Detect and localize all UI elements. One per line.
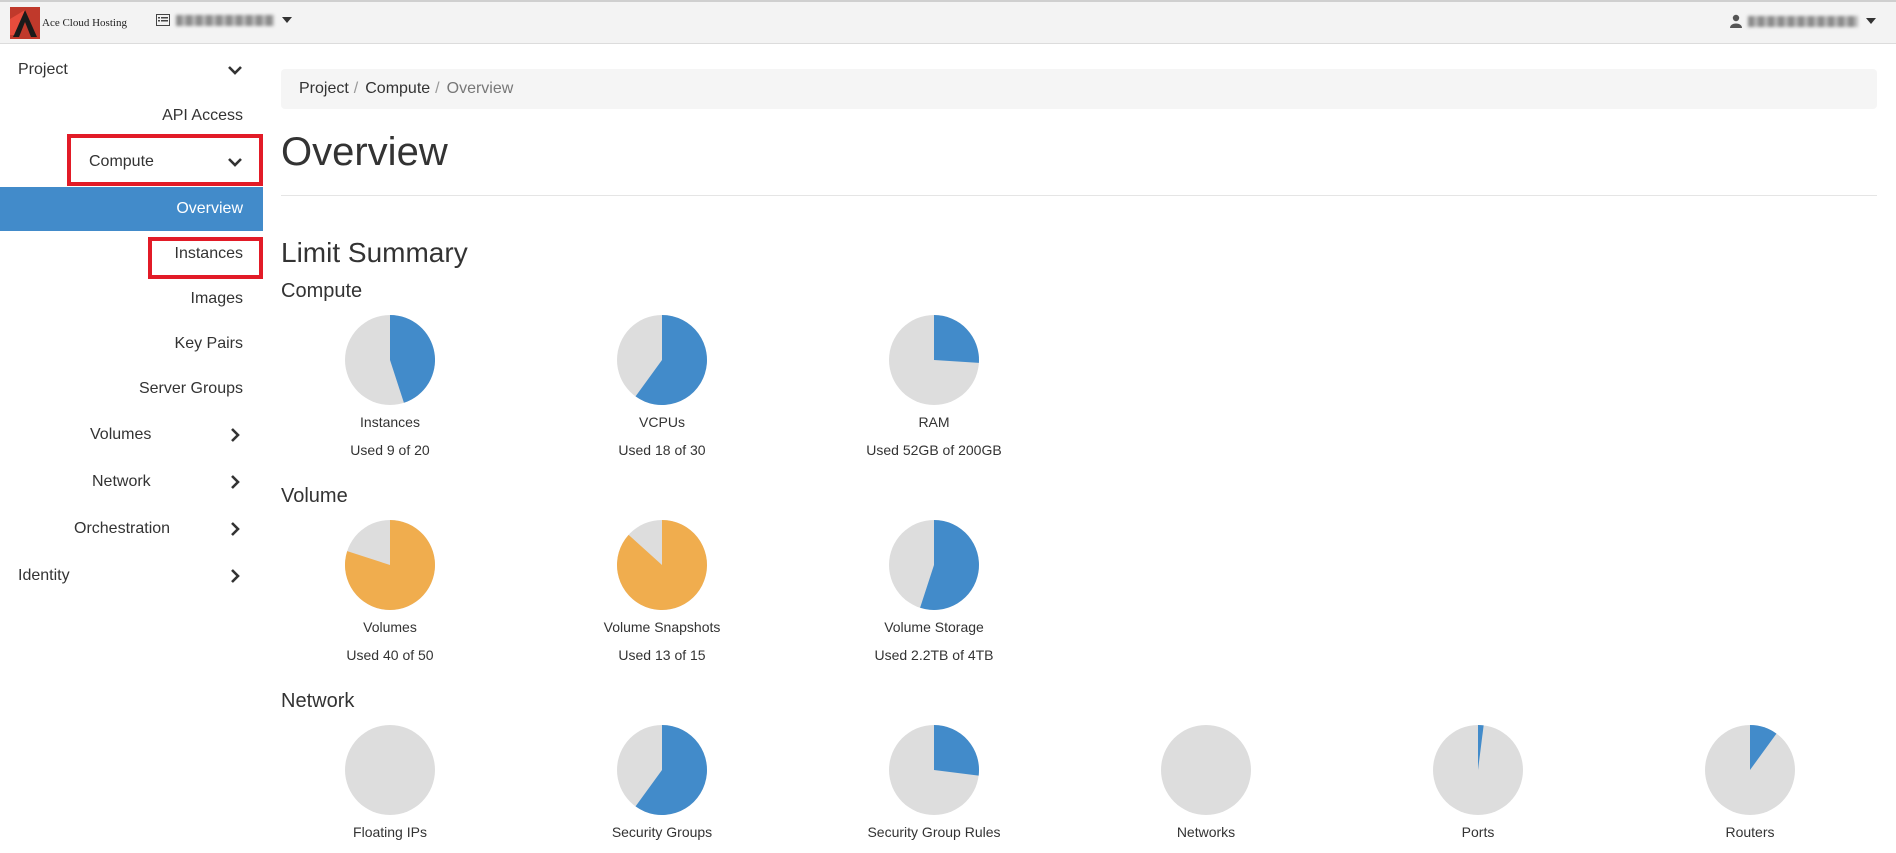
pie-used-slice	[934, 725, 979, 776]
breadcrumb-current: Overview	[446, 80, 514, 97]
sidebar-item-identity[interactable]: Identity	[0, 554, 263, 598]
limit-pie-volume-storage: Volume Storage Used 2.2TB of 4TB	[844, 520, 1024, 663]
pie-chart	[345, 520, 435, 610]
pie-label: Networks	[1176, 824, 1236, 840]
pie-label: Ports	[1461, 824, 1495, 840]
limit-pie-security-groups: Security Groups	[572, 725, 752, 840]
project-name-redacted	[176, 14, 274, 26]
limit-pie-floating-ips: Floating IPs	[300, 725, 480, 840]
sidebar-item-label: Orchestration	[74, 520, 171, 537]
breadcrumb: Project / Compute / Overview	[281, 69, 1877, 109]
sidebar-item-label: Server Groups	[138, 380, 243, 397]
title-divider	[281, 195, 1877, 196]
project-switcher[interactable]	[156, 14, 292, 26]
sidebar-item-label: Volumes	[90, 426, 152, 443]
pie-chart	[1161, 725, 1251, 815]
project-list-icon	[156, 14, 170, 26]
pie-label: Routers	[1725, 824, 1775, 840]
sidebar-item-volumes[interactable]: Volumes	[0, 413, 263, 457]
sidebar-item-label: Project	[18, 61, 68, 78]
user-menu[interactable]	[1730, 14, 1876, 28]
sidebar-item-label: Images	[190, 290, 243, 307]
pie-label: Instances	[360, 414, 420, 430]
pie-chart	[889, 725, 979, 815]
pie-chart	[345, 315, 435, 405]
sidebar-item-label: Network	[92, 473, 151, 490]
sidebar-item-overview[interactable]: Overview	[0, 187, 263, 231]
limit-pie-security-group-rules: Security Group Rules	[844, 725, 1024, 840]
sidebar-item-label: API Access	[162, 107, 243, 124]
brand-name: Ace Cloud Hosting	[42, 17, 127, 29]
chevron-right-icon	[231, 569, 240, 583]
limit-pie-networks: Networks	[1116, 725, 1296, 840]
limit-pie-vcpus: VCPUs Used 18 of 30	[572, 315, 752, 458]
limit-pie-ports: Ports	[1388, 725, 1568, 840]
user-icon	[1730, 14, 1742, 28]
sidebar-item-label: Identity	[18, 567, 70, 584]
breadcrumb-compute-link[interactable]: Compute	[365, 80, 430, 98]
highlight-box-compute	[67, 134, 263, 186]
limit-pie-volumes: Volumes Used 40 of 50	[300, 520, 480, 663]
pie-chart	[617, 725, 707, 815]
pie-chart	[345, 725, 435, 815]
breadcrumb-project-link[interactable]: Project	[299, 80, 349, 98]
limit-pie-routers: Routers	[1660, 725, 1840, 840]
pie-usage-text: Used 52GB of 200GB	[866, 442, 1002, 458]
sidebar-nav: Project API Access Compute Overview Instance…	[0, 44, 263, 853]
chevron-down-icon	[228, 66, 242, 75]
chevron-down-icon	[282, 17, 292, 23]
limit-pie-instances: Instances Used 9 of 20	[300, 315, 480, 458]
pie-label: Volume Snapshots	[603, 619, 721, 635]
brand-logo[interactable]: Ace Cloud Hosting	[10, 7, 127, 39]
pie-chart	[1705, 725, 1795, 815]
pie-usage-text: Used 18 of 30	[618, 442, 706, 458]
user-name-redacted	[1748, 15, 1858, 27]
chevron-right-icon	[231, 475, 240, 489]
highlight-box-instances	[148, 237, 263, 279]
ace-logo-icon	[10, 7, 40, 39]
sidebar-item-images[interactable]: Images	[0, 277, 263, 321]
sidebar-item-api-access[interactable]: API Access	[0, 94, 263, 138]
pie-label: Security Groups	[611, 824, 713, 840]
pie-chart	[617, 520, 707, 610]
limit-summary-heading: Limit Summary	[281, 237, 468, 268]
chevron-right-icon	[231, 428, 240, 442]
pie-unused-slice	[345, 725, 435, 815]
sidebar-item-label: Overview	[176, 200, 243, 217]
pie-used-slice	[934, 315, 979, 363]
pie-chart	[617, 315, 707, 405]
section-heading-compute: Compute	[281, 280, 363, 302]
pie-chart	[889, 520, 979, 610]
sidebar-item-label: Key Pairs	[174, 335, 243, 352]
pie-label: Floating IPs	[353, 824, 427, 840]
chevron-right-icon	[231, 522, 240, 536]
limit-pie-ram: RAM Used 52GB of 200GB	[844, 315, 1024, 458]
pie-usage-text: Used 13 of 15	[618, 647, 706, 663]
pie-chart	[1433, 725, 1523, 815]
top-navbar: Ace Cloud Hosting	[0, 0, 1896, 44]
pie-usage-text: Used 9 of 20	[350, 442, 430, 458]
pie-label: Volume Storage	[884, 619, 984, 635]
sidebar-item-server-groups[interactable]: Server Groups	[0, 367, 263, 411]
page-title: Overview	[281, 130, 448, 174]
sidebar-item-orchestration[interactable]: Orchestration	[0, 507, 263, 551]
sidebar-item-key-pairs[interactable]: Key Pairs	[0, 322, 263, 366]
breadcrumb-separator: /	[353, 80, 359, 97]
pie-usage-text: Used 2.2TB of 4TB	[874, 647, 994, 663]
pie-label: Security Group Rules	[867, 824, 1001, 840]
sidebar-item-network[interactable]: Network	[0, 460, 263, 504]
pie-chart	[889, 315, 979, 405]
section-heading-network: Network	[281, 690, 355, 712]
pie-usage-text: Used 40 of 50	[346, 647, 434, 663]
breadcrumb-separator: /	[435, 80, 440, 97]
pie-label: VCPUs	[639, 414, 685, 430]
section-heading-volume: Volume	[281, 485, 348, 507]
pie-unused-slice	[1161, 725, 1251, 815]
limit-pie-volume-snapshots: Volume Snapshots Used 13 of 15	[572, 520, 752, 663]
pie-label: Volumes	[363, 619, 417, 635]
pie-label: RAM	[918, 414, 950, 430]
sidebar-item-project[interactable]: Project	[0, 48, 263, 92]
chevron-down-icon	[1866, 18, 1876, 24]
